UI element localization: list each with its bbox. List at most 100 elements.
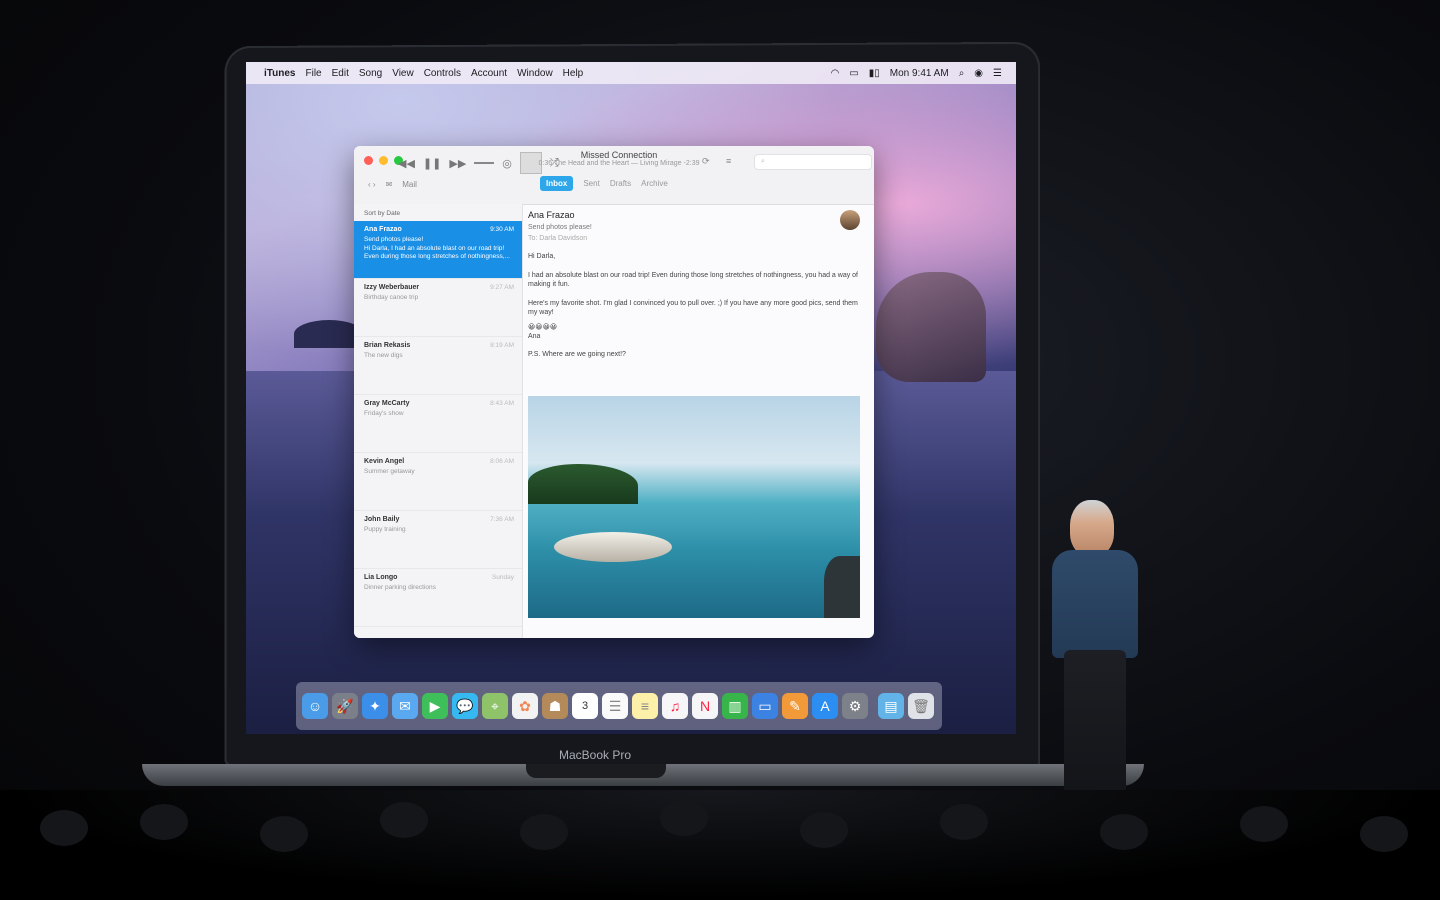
maps-icon[interactable]: ⌖ [482,693,508,719]
message-subject: Friday's show [364,410,404,417]
photos-icon[interactable]: ✿ [512,693,538,719]
list-item[interactable]: John Baily 7:36 AM Puppy training [354,511,522,569]
list-item[interactable]: Brian Rekasis 8:19 AM The new digs [354,337,522,395]
message-subject: Summer getaway [364,468,415,475]
mail-icon[interactable]: ✉ [392,693,418,719]
up-next-icon[interactable]: ≡ [726,156,731,166]
elapsed-time: 0:36 [538,160,553,167]
menu-app-name[interactable]: iTunes [264,68,295,79]
message-time: 8:19 AM [490,342,514,349]
trash-icon[interactable]: 🗑 [908,693,934,719]
finder-icon[interactable]: ☺ [302,693,328,719]
list-item[interactable]: Ana Frazao 9:30 AM Send photos please! H… [354,221,522,279]
message-time: 9:30 AM [490,226,514,233]
keynote-icon[interactable]: ▭ [752,693,778,719]
audience-head [940,804,988,840]
menu-account[interactable]: Account [471,68,507,79]
reader-emoji: 😀😀😀😀 [528,324,558,331]
calendar-icon[interactable]: 3 [572,693,598,719]
spotlight-icon[interactable]: ⌕ [959,68,965,79]
menu-view[interactable]: View [392,68,414,79]
reader-subject: Send photos please! [528,224,592,231]
siri-icon[interactable]: ◉ [974,68,983,79]
back-icon[interactable]: ‹ › [368,180,376,189]
message-time: Sunday [491,574,514,581]
audience-head [1100,814,1148,850]
launchpad-icon[interactable]: 🚀 [332,693,358,719]
reader-signoff: Ana [528,333,541,340]
tab-inbox[interactable]: Inbox [540,176,574,191]
menu-bar: iTunes File Edit Song View Controls Acco… [246,62,1016,84]
notes-icon[interactable]: ≡ [632,693,658,719]
laptop-brand: MacBook Pro [558,748,632,762]
pages-icon[interactable]: ✎ [782,693,808,719]
reader-paragraph-2: Here's my favorite shot. I'm glad I conv… [528,300,858,316]
attached-photo[interactable] [528,396,860,618]
folder-icon[interactable]: ▤ [878,693,904,719]
message-preview: Hi Darla, I had an absolute blast on our… [364,245,510,260]
numbers-icon[interactable]: ▥ [722,693,748,719]
presenter [1030,500,1140,830]
now-playing[interactable]: Missed Connection 0:36 The Head and the … [534,150,704,167]
tab-archive[interactable]: Archive [641,179,668,188]
message-subject: Birthday canoe trip [364,294,419,301]
photo-rock [554,532,672,562]
reader-paragraph-1: I had an absolute blast on our road trip… [528,272,858,288]
message-time: 9:27 AM [490,284,514,291]
message-subject: Send photos please! [364,236,424,243]
repeat-icon[interactable]: ⟳ [702,156,710,167]
minimize-button[interactable] [379,156,388,165]
audience-head [520,814,568,850]
system-preferences-icon[interactable]: ⚙ [842,693,868,719]
contacts-icon[interactable]: ☗ [542,693,568,719]
list-item[interactable]: Gray McCarty 8:43 AM Friday's show [354,395,522,453]
message-reader: Ana Frazao Send photos please! To: Darla… [528,210,868,630]
tab-sent[interactable]: Sent [583,179,599,188]
search-field[interactable]: ⌕ [754,154,872,170]
menu-song[interactable]: Song [359,68,382,79]
audience-head [1240,806,1288,842]
presenter-shirt [1052,550,1138,658]
safari-icon[interactable]: ✦ [362,693,388,719]
notification-center-icon[interactable]: ☰ [993,68,1002,79]
battery-icon[interactable]: ▮▯ [869,68,880,79]
audience-head [260,816,308,852]
message-time: 8:43 AM [490,400,514,407]
music-icon[interactable]: ♫ [662,693,688,719]
rewind-icon[interactable]: ◀◀ [398,157,415,170]
facetime-icon[interactable]: ▶ [422,693,448,719]
volume-slider[interactable] [474,162,495,164]
reader-sender: Ana Frazao [528,210,575,220]
list-item[interactable]: Lia Longo Sunday Dinner parking directio… [354,569,522,627]
message-list: Sort by Date Ana Frazao 9:30 AM Send pho… [354,204,523,638]
message-sender: Lia Longo [364,574,398,581]
mailbox-label[interactable]: Mail [402,180,417,189]
wifi-icon[interactable]: ◠ [831,68,840,79]
reader-greeting: Hi Darla, [528,253,556,260]
reminders-icon[interactable]: ☰ [602,693,628,719]
sort-by-date-menu[interactable]: Sort by Date [354,204,522,221]
messages-icon[interactable]: 💬 [452,693,478,719]
list-item[interactable]: Izzy Weberbauer 9:27 AM Birthday canoe t… [354,279,522,337]
list-item[interactable]: Kevin Angel 8:06 AM Summer getaway [354,453,522,511]
menu-help[interactable]: Help [563,68,584,79]
pause-icon[interactable]: ❚❚ [423,157,441,170]
menu-edit[interactable]: Edit [332,68,349,79]
close-button[interactable] [364,156,373,165]
presenter-head [1070,500,1114,556]
menu-controls[interactable]: Controls [424,68,461,79]
fast-forward-icon[interactable]: ▶▶ [449,157,466,170]
tab-drafts[interactable]: Drafts [610,179,631,188]
menu-clock[interactable]: Mon 9:41 AM [890,68,949,79]
airplay-icon[interactable]: ▭ [849,68,858,79]
audience-head [1360,816,1408,852]
message-subject: Puppy training [364,526,406,533]
menu-window[interactable]: Window [517,68,553,79]
menu-file[interactable]: File [305,68,321,79]
message-time: 8:06 AM [490,458,514,465]
news-icon[interactable]: N [692,693,718,719]
laptop-notch [526,764,666,778]
airplay-button-icon[interactable]: ◎ [502,157,512,170]
app-store-icon[interactable]: A [812,693,838,719]
mailbox-icon[interactable]: ✉ [386,180,393,189]
